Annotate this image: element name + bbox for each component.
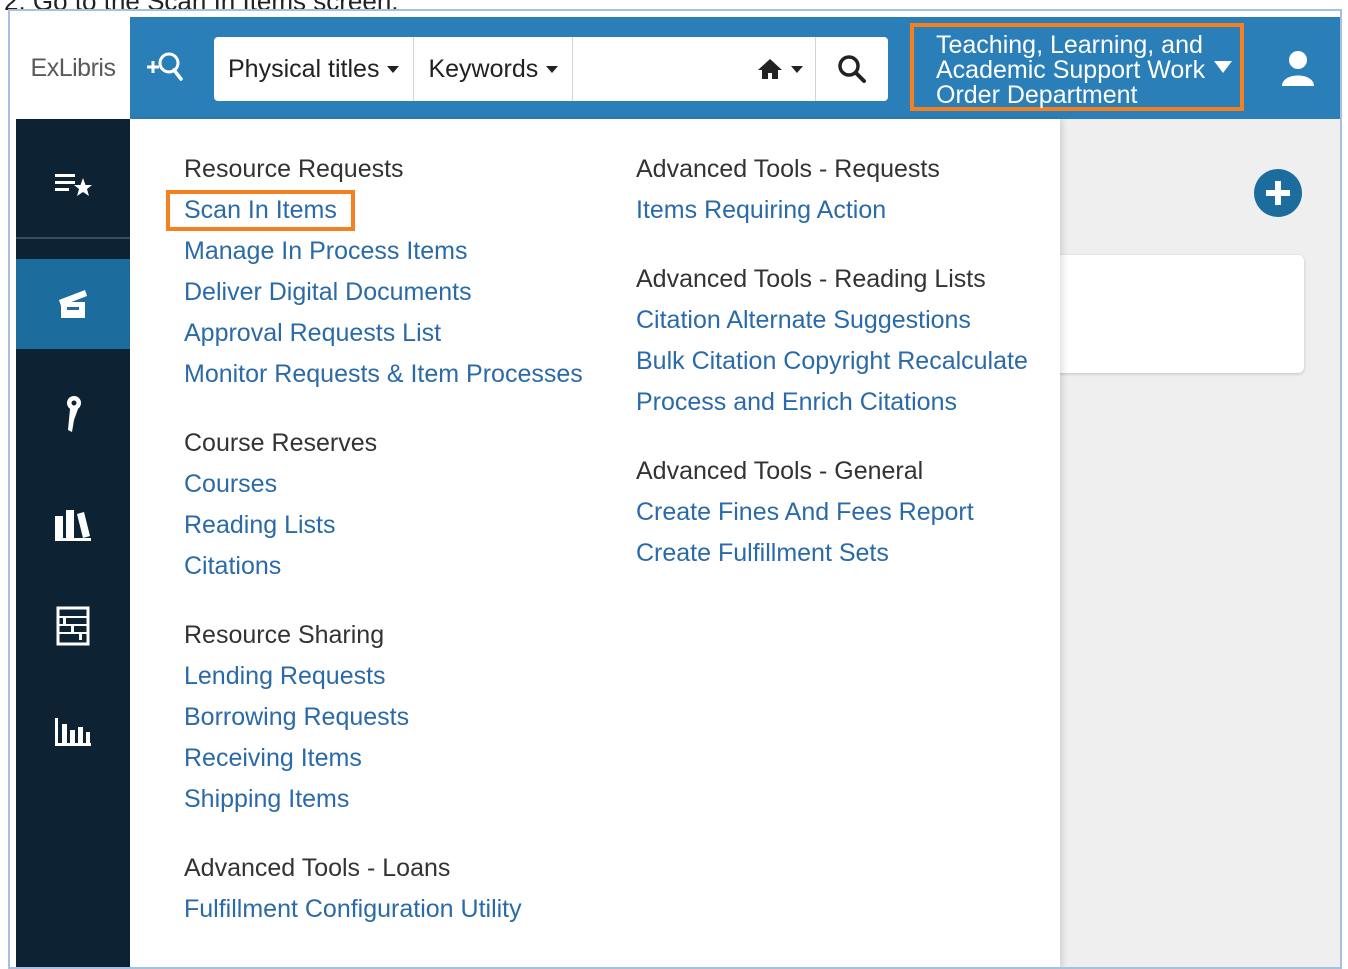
menu-group-title: Advanced Tools - Requests — [636, 155, 940, 183]
app-window: ExLibris Physical titles Keywords Teachi… — [8, 9, 1342, 969]
admin-icon — [56, 606, 90, 646]
menu-group-title: Resource Requests — [184, 155, 404, 183]
nav-admin[interactable] — [16, 581, 130, 671]
menu-link-fulfillment-configuration-utility[interactable]: Fulfillment Configuration Utility — [184, 889, 583, 930]
magnifier-icon — [838, 55, 866, 83]
department-selector[interactable]: Teaching, Learning, and Academic Support… — [910, 23, 1244, 111]
menu-link-shipping-items[interactable]: Shipping Items — [184, 779, 583, 820]
top-bar: Physical titles Keywords Teaching, Learn… — [130, 17, 1340, 119]
menu-link-create-fines-and-fees-report[interactable]: Create Fines And Fees Report — [636, 492, 1028, 533]
dropdown-arrow-icon — [1214, 61, 1232, 73]
menu-link-borrowing-requests[interactable]: Borrowing Requests — [184, 697, 583, 738]
menu-group-course-reserves: Course Reserves Courses Reading Lists Ci… — [184, 423, 583, 587]
menu-link-citations[interactable]: Citations — [184, 546, 583, 587]
resources-icon — [67, 396, 81, 432]
menu-group-title: Advanced Tools - General — [636, 457, 924, 485]
logo-text: ExLibris — [30, 53, 116, 82]
fulfillment-icon — [59, 290, 87, 318]
nav-favorites[interactable] — [16, 139, 130, 229]
menu-group-title: Course Reserves — [184, 429, 378, 457]
menu-link-deliver-digital-documents[interactable]: Deliver Digital Documents — [184, 272, 583, 313]
chevron-down-icon — [546, 65, 559, 73]
menu-group-title: Advanced Tools - Reading Lists — [636, 265, 986, 293]
menu-group-advanced-tools-general: Advanced Tools - General Create Fines An… — [636, 451, 1028, 574]
department-line1: Teaching, Learning, and — [936, 31, 1203, 59]
department-line3: Order Department — [936, 81, 1138, 109]
left-navigation — [16, 119, 130, 967]
user-menu-button[interactable] — [1256, 17, 1340, 119]
nav-analytics[interactable] — [16, 687, 130, 777]
home-icon — [758, 59, 782, 79]
fulfillment-menu: Resource Requests Scan In Items Manage I… — [130, 119, 1060, 967]
persistent-search-icon[interactable] — [140, 45, 190, 89]
search-scope-label: Physical titles — [228, 54, 380, 83]
nav-resources[interactable] — [16, 369, 130, 459]
menu-group-title: Resource Sharing — [184, 621, 385, 649]
acquisitions-icon — [55, 510, 91, 541]
home-scope-button[interactable] — [745, 37, 816, 101]
analytics-icon — [55, 718, 91, 746]
menu-group-advanced-tools-loans: Advanced Tools - Loans Fulfillment Confi… — [184, 848, 583, 930]
menu-column-1: Resource Requests Scan In Items Manage I… — [166, 149, 583, 958]
menu-group-advanced-tools-reading-lists: Advanced Tools - Reading Lists Citation … — [636, 259, 1028, 423]
user-icon — [1282, 51, 1314, 86]
search-scope-dropdown[interactable]: Physical titles — [214, 37, 415, 101]
nav-divider — [16, 237, 130, 239]
chevron-down-icon — [791, 65, 803, 73]
menu-link-approval-requests-list[interactable]: Approval Requests List — [184, 313, 583, 354]
menu-link-citation-alternate-suggestions[interactable]: Citation Alternate Suggestions — [636, 300, 1028, 341]
dashboard-widget — [1040, 255, 1304, 373]
menu-link-manage-in-process-items[interactable]: Manage In Process Items — [184, 231, 583, 272]
menu-link-monitor-requests[interactable]: Monitor Requests & Item Processes — [184, 354, 583, 395]
menu-link-reading-lists[interactable]: Reading Lists — [184, 505, 583, 546]
menu-link-receiving-items[interactable]: Receiving Items — [184, 738, 583, 779]
favorites-icon — [55, 174, 92, 196]
menu-link-scan-in-items[interactable]: Scan In Items — [166, 190, 355, 231]
menu-group-advanced-tools-requests: Advanced Tools - Requests Items Requirin… — [636, 149, 1028, 231]
menu-column-2: Advanced Tools - Requests Items Requirin… — [636, 149, 1028, 602]
menu-link-create-fulfillment-sets[interactable]: Create Fulfillment Sets — [636, 533, 1028, 574]
menu-link-lending-requests[interactable]: Lending Requests — [184, 656, 583, 697]
nav-fulfillment[interactable] — [16, 259, 130, 349]
add-widget-button[interactable] — [1254, 169, 1302, 217]
plus-icon — [1266, 181, 1290, 205]
menu-link-items-requiring-action[interactable]: Items Requiring Action — [636, 190, 1028, 231]
chevron-down-icon — [387, 65, 400, 73]
menu-link-process-and-enrich-citations[interactable]: Process and Enrich Citations — [636, 382, 1028, 423]
search-button[interactable] — [816, 37, 888, 101]
department-line2: Academic Support Work — [936, 56, 1206, 84]
menu-link-bulk-citation-copyright-recalculate[interactable]: Bulk Citation Copyright Recalculate — [636, 341, 1028, 382]
search-input[interactable] — [573, 37, 745, 101]
search-field-dropdown[interactable]: Keywords — [414, 37, 574, 101]
search-bar: Physical titles Keywords — [214, 37, 888, 101]
menu-group-resource-requests: Resource Requests Scan In Items Manage I… — [166, 149, 583, 395]
menu-group-resource-sharing: Resource Sharing Lending Requests Borrow… — [184, 615, 583, 820]
menu-group-title: Advanced Tools - Loans — [184, 854, 451, 882]
exlibris-logo[interactable]: ExLibris — [16, 17, 130, 119]
nav-acquisitions[interactable] — [16, 479, 130, 569]
search-field-label: Keywords — [428, 54, 539, 83]
menu-link-courses[interactable]: Courses — [184, 464, 583, 505]
